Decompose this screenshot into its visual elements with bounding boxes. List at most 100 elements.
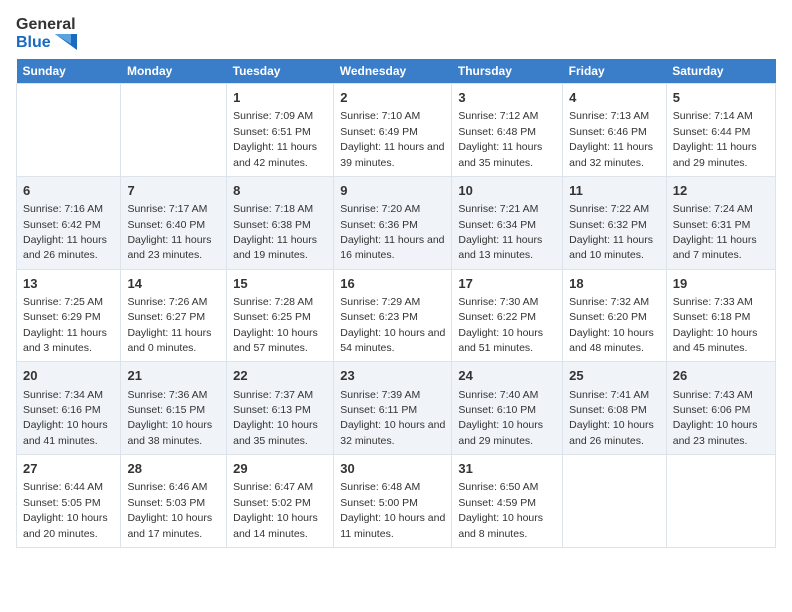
calendar-cell: 8 Sunrise: 7:18 AM Sunset: 6:38 PM Daylig… bbox=[227, 176, 334, 269]
calendar-cell: 13 Sunrise: 7:25 AM Sunset: 6:29 PM Dayli… bbox=[17, 269, 121, 362]
day-number: 27 bbox=[23, 460, 114, 478]
day-number: 19 bbox=[673, 275, 769, 293]
logo-container: General Blue bbox=[16, 16, 77, 51]
weekday-header: Saturday bbox=[666, 59, 775, 84]
calendar-cell: 1Sunrise: 7:09 AM Sunset: 6:51 PM Daylig… bbox=[227, 84, 334, 177]
calendar-week-row: 13 Sunrise: 7:25 AM Sunset: 6:29 PM Dayli… bbox=[17, 269, 776, 362]
calendar-cell: 30 Sunrise: 6:48 AM Sunset: 5:00 PM Dayli… bbox=[334, 455, 452, 548]
calendar-cell: 2 Sunrise: 7:10 AM Sunset: 6:49 PM Daylig… bbox=[334, 84, 452, 177]
logo-general: General bbox=[16, 16, 77, 34]
logo-blue: Blue bbox=[16, 34, 77, 52]
day-number: 30 bbox=[340, 460, 445, 478]
calendar-cell bbox=[563, 455, 667, 548]
day-info: Sunrise: 7:26 AM Sunset: 6:27 PM Dayligh… bbox=[127, 296, 211, 354]
calendar-cell: 16 Sunrise: 7:29 AM Sunset: 6:23 PM Dayli… bbox=[334, 269, 452, 362]
day-number: 6 bbox=[23, 182, 114, 200]
day-number: 17 bbox=[458, 275, 556, 293]
page-header: General Blue bbox=[16, 16, 776, 51]
day-number: 14 bbox=[127, 275, 220, 293]
calendar-cell: 11 Sunrise: 7:22 AM Sunset: 6:32 PM Dayli… bbox=[563, 176, 667, 269]
calendar-cell: 26 Sunrise: 7:43 AM Sunset: 6:06 PM Dayli… bbox=[666, 362, 775, 455]
day-info: Sunrise: 7:43 AM Sunset: 6:06 PM Dayligh… bbox=[673, 389, 758, 447]
day-info: Sunrise: 6:50 AM Sunset: 4:59 PM Dayligh… bbox=[458, 481, 543, 539]
calendar-cell bbox=[17, 84, 121, 177]
day-info: Sunrise: 7:36 AM Sunset: 6:15 PM Dayligh… bbox=[127, 389, 212, 447]
day-number: 22 bbox=[233, 367, 327, 385]
day-number: 7 bbox=[127, 182, 220, 200]
day-info: Sunrise: 7:29 AM Sunset: 6:23 PM Dayligh… bbox=[340, 296, 445, 354]
calendar-cell: 7Sunrise: 7:17 AM Sunset: 6:40 PM Daylig… bbox=[121, 176, 227, 269]
day-info: Sunrise: 7:33 AM Sunset: 6:18 PM Dayligh… bbox=[673, 296, 758, 354]
day-info: Sunrise: 7:12 AM Sunset: 6:48 PM Dayligh… bbox=[458, 110, 542, 168]
day-info: Sunrise: 7:41 AM Sunset: 6:08 PM Dayligh… bbox=[569, 389, 654, 447]
calendar-week-row: 1Sunrise: 7:09 AM Sunset: 6:51 PM Daylig… bbox=[17, 84, 776, 177]
day-info: Sunrise: 7:09 AM Sunset: 6:51 PM Dayligh… bbox=[233, 110, 317, 168]
calendar-cell: 4 Sunrise: 7:13 AM Sunset: 6:46 PM Daylig… bbox=[563, 84, 667, 177]
day-info: Sunrise: 7:18 AM Sunset: 6:38 PM Dayligh… bbox=[233, 203, 317, 261]
day-number: 29 bbox=[233, 460, 327, 478]
day-number: 11 bbox=[569, 182, 660, 200]
day-info: Sunrise: 7:13 AM Sunset: 6:46 PM Dayligh… bbox=[569, 110, 653, 168]
calendar-cell: 18 Sunrise: 7:32 AM Sunset: 6:20 PM Dayli… bbox=[563, 269, 667, 362]
calendar-cell: 12 Sunrise: 7:24 AM Sunset: 6:31 PM Dayli… bbox=[666, 176, 775, 269]
day-info: Sunrise: 7:30 AM Sunset: 6:22 PM Dayligh… bbox=[458, 296, 543, 354]
weekday-header: Monday bbox=[121, 59, 227, 84]
day-number: 10 bbox=[458, 182, 556, 200]
weekday-header: Sunday bbox=[17, 59, 121, 84]
calendar-cell: 19 Sunrise: 7:33 AM Sunset: 6:18 PM Dayli… bbox=[666, 269, 775, 362]
day-info: Sunrise: 7:39 AM Sunset: 6:11 PM Dayligh… bbox=[340, 389, 445, 447]
day-info: Sunrise: 7:40 AM Sunset: 6:10 PM Dayligh… bbox=[458, 389, 543, 447]
calendar-cell: 5Sunrise: 7:14 AM Sunset: 6:44 PM Daylig… bbox=[666, 84, 775, 177]
weekday-header: Tuesday bbox=[227, 59, 334, 84]
calendar-cell bbox=[666, 455, 775, 548]
day-number: 21 bbox=[127, 367, 220, 385]
calendar-cell: 17 Sunrise: 7:30 AM Sunset: 6:22 PM Dayli… bbox=[452, 269, 563, 362]
day-number: 2 bbox=[340, 89, 445, 107]
day-info: Sunrise: 7:34 AM Sunset: 6:16 PM Dayligh… bbox=[23, 389, 108, 447]
calendar-cell bbox=[121, 84, 227, 177]
day-info: Sunrise: 7:25 AM Sunset: 6:29 PM Dayligh… bbox=[23, 296, 107, 354]
calendar-cell: 23 Sunrise: 7:39 AM Sunset: 6:11 PM Dayli… bbox=[334, 362, 452, 455]
day-info: Sunrise: 7:24 AM Sunset: 6:31 PM Dayligh… bbox=[673, 203, 757, 261]
calendar-cell: 25 Sunrise: 7:41 AM Sunset: 6:08 PM Dayli… bbox=[563, 362, 667, 455]
logo-chevron-icon bbox=[55, 34, 77, 50]
calendar-cell: 10 Sunrise: 7:21 AM Sunset: 6:34 PM Dayli… bbox=[452, 176, 563, 269]
calendar-week-row: 6Sunrise: 7:16 AM Sunset: 6:42 PM Daylig… bbox=[17, 176, 776, 269]
day-number: 3 bbox=[458, 89, 556, 107]
day-number: 26 bbox=[673, 367, 769, 385]
day-info: Sunrise: 7:32 AM Sunset: 6:20 PM Dayligh… bbox=[569, 296, 654, 354]
day-info: Sunrise: 6:47 AM Sunset: 5:02 PM Dayligh… bbox=[233, 481, 318, 539]
day-number: 13 bbox=[23, 275, 114, 293]
weekday-header-row: SundayMondayTuesdayWednesdayThursdayFrid… bbox=[17, 59, 776, 84]
day-number: 25 bbox=[569, 367, 660, 385]
calendar-cell: 29 Sunrise: 6:47 AM Sunset: 5:02 PM Dayli… bbox=[227, 455, 334, 548]
day-info: Sunrise: 7:14 AM Sunset: 6:44 PM Dayligh… bbox=[673, 110, 757, 168]
calendar-cell: 6Sunrise: 7:16 AM Sunset: 6:42 PM Daylig… bbox=[17, 176, 121, 269]
calendar-table: SundayMondayTuesdayWednesdayThursdayFrid… bbox=[16, 59, 776, 548]
day-info: Sunrise: 7:10 AM Sunset: 6:49 PM Dayligh… bbox=[340, 110, 444, 168]
weekday-header: Wednesday bbox=[334, 59, 452, 84]
day-info: Sunrise: 7:22 AM Sunset: 6:32 PM Dayligh… bbox=[569, 203, 653, 261]
day-number: 24 bbox=[458, 367, 556, 385]
day-number: 16 bbox=[340, 275, 445, 293]
day-info: Sunrise: 7:21 AM Sunset: 6:34 PM Dayligh… bbox=[458, 203, 542, 261]
day-info: Sunrise: 6:48 AM Sunset: 5:00 PM Dayligh… bbox=[340, 481, 445, 539]
calendar-cell: 31Sunrise: 6:50 AM Sunset: 4:59 PM Dayli… bbox=[452, 455, 563, 548]
day-info: Sunrise: 7:28 AM Sunset: 6:25 PM Dayligh… bbox=[233, 296, 318, 354]
weekday-header: Friday bbox=[563, 59, 667, 84]
day-info: Sunrise: 7:37 AM Sunset: 6:13 PM Dayligh… bbox=[233, 389, 318, 447]
day-number: 28 bbox=[127, 460, 220, 478]
calendar-cell: 9Sunrise: 7:20 AM Sunset: 6:36 PM Daylig… bbox=[334, 176, 452, 269]
day-number: 18 bbox=[569, 275, 660, 293]
day-number: 20 bbox=[23, 367, 114, 385]
day-number: 23 bbox=[340, 367, 445, 385]
calendar-cell: 15Sunrise: 7:28 AM Sunset: 6:25 PM Dayli… bbox=[227, 269, 334, 362]
calendar-cell: 21 Sunrise: 7:36 AM Sunset: 6:15 PM Dayli… bbox=[121, 362, 227, 455]
logo: General Blue bbox=[16, 16, 77, 51]
day-info: Sunrise: 7:20 AM Sunset: 6:36 PM Dayligh… bbox=[340, 203, 444, 261]
day-number: 12 bbox=[673, 182, 769, 200]
weekday-header: Thursday bbox=[452, 59, 563, 84]
day-number: 8 bbox=[233, 182, 327, 200]
day-number: 4 bbox=[569, 89, 660, 107]
calendar-cell: 27Sunrise: 6:44 AM Sunset: 5:05 PM Dayli… bbox=[17, 455, 121, 548]
